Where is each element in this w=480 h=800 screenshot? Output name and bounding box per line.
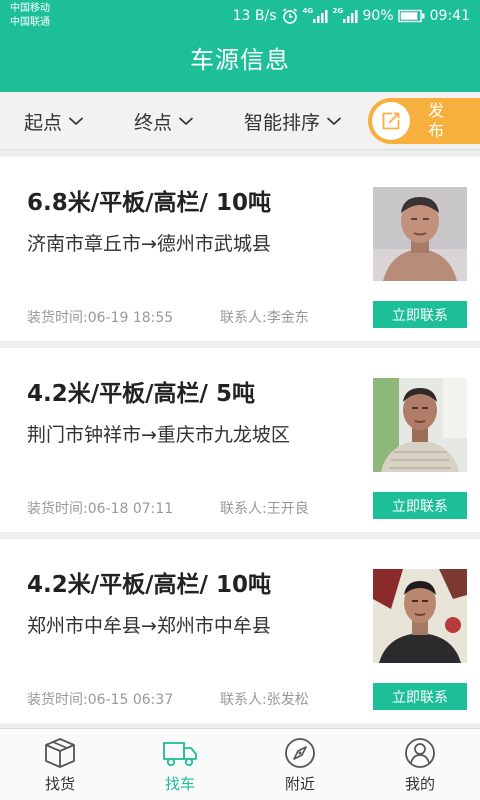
filter-start-label: 起点 [24, 111, 63, 134]
compass-icon [282, 736, 318, 770]
filter-start-dropdown[interactable]: 起点 [24, 92, 84, 150]
chevron-down-icon [178, 116, 194, 126]
tab-find-goods[interactable]: 找货 [0, 729, 120, 800]
listing-card[interactable]: 6.8米/平板/高栏/ 10吨 济南市章丘市→德州市武城县 装货时间:06-19… [0, 157, 480, 341]
carrier-2: 中国联通 [10, 17, 50, 28]
listing-load-time: 装货时间:06-15 06:37 [27, 692, 174, 708]
tab-label: 找车 [164, 775, 195, 793]
listing-card[interactable]: 4.2米/平板/高栏/ 5吨 荆门市钟祥市→重庆市九龙坡区 装货时间:06-18… [0, 348, 480, 532]
contact-button[interactable]: 立即联系 [373, 492, 467, 519]
sort-dropdown[interactable]: 智能排序 [244, 92, 342, 150]
avatar [373, 378, 467, 472]
alarm-icon [281, 7, 299, 25]
listing-route: 济南市章丘市→德州市武城县 [27, 233, 271, 255]
listing-contact: 联系人:王开良 [220, 501, 309, 517]
sort-label: 智能排序 [244, 111, 321, 134]
tab-find-truck[interactable]: 找车 [120, 729, 240, 800]
contact-button[interactable]: 立即联系 [373, 683, 467, 710]
contact-button[interactable]: 立即联系 [373, 301, 467, 328]
app-header: 中国移动 中国联通 13 B/s 4G 2G 90% 09:41 车源信息 [0, 0, 480, 92]
tab-label: 我的 [404, 775, 435, 793]
edit-icon [372, 102, 410, 140]
publish-button[interactable]: 发布 [368, 98, 480, 144]
status-indicators: 13 B/s 4G 2G 90% 09:41 [233, 6, 470, 26]
tab-mine[interactable]: 我的 [360, 729, 480, 800]
listing-card[interactable]: 4.2米/平板/高栏/ 10吨 郑州市中牟县→郑州市中牟县 装货时间:06-15… [0, 539, 480, 723]
bottom-tab-bar: 找货 找车 附近 我的 [0, 728, 480, 800]
listing-title: 6.8米/平板/高栏/ 10吨 [27, 190, 271, 216]
carrier-1: 中国移动 [10, 3, 50, 14]
signal-4g-icon: 4G [303, 7, 329, 24]
filter-end-label: 终点 [134, 111, 173, 134]
listing-contact: 联系人:张发松 [220, 692, 309, 708]
avatar [373, 569, 467, 663]
avatar [373, 187, 467, 281]
clock: 09:41 [429, 8, 470, 24]
listing-route: 郑州市中牟县→郑州市中牟县 [27, 615, 271, 637]
truck-icon [162, 736, 198, 770]
tab-nearby[interactable]: 附近 [240, 729, 360, 800]
listing-title: 4.2米/平板/高栏/ 5吨 [27, 381, 255, 407]
carrier-names: 中国移动 中国联通 [10, 2, 50, 30]
battery-percent: 90% [362, 8, 394, 24]
listing-route: 荆门市钟祥市→重庆市九龙坡区 [27, 424, 290, 446]
listing-contact: 联系人:李金东 [220, 310, 309, 326]
page-title: 车源信息 [190, 46, 290, 74]
filter-end-dropdown[interactable]: 终点 [134, 92, 194, 150]
tab-label: 附近 [284, 775, 315, 793]
status-bar: 中国移动 中国联通 13 B/s 4G 2G 90% 09:41 [0, 0, 480, 34]
network-speed: 13 B/s [232, 8, 277, 24]
package-icon [42, 736, 78, 770]
filter-bar: 起点 终点 智能排序 发布 [0, 92, 480, 150]
publish-label: 发布 [427, 101, 444, 140]
listing-load-time: 装货时间:06-19 18:55 [27, 310, 174, 326]
battery-icon [397, 9, 426, 23]
chevron-down-icon [68, 116, 84, 126]
listing-title: 4.2米/平板/高栏/ 10吨 [27, 572, 271, 598]
user-icon [402, 736, 438, 770]
listing-load-time: 装货时间:06-18 07:11 [27, 501, 174, 517]
chevron-down-icon [326, 116, 342, 126]
tab-label: 找货 [44, 775, 75, 793]
signal-2g-icon: 2G [333, 7, 359, 24]
